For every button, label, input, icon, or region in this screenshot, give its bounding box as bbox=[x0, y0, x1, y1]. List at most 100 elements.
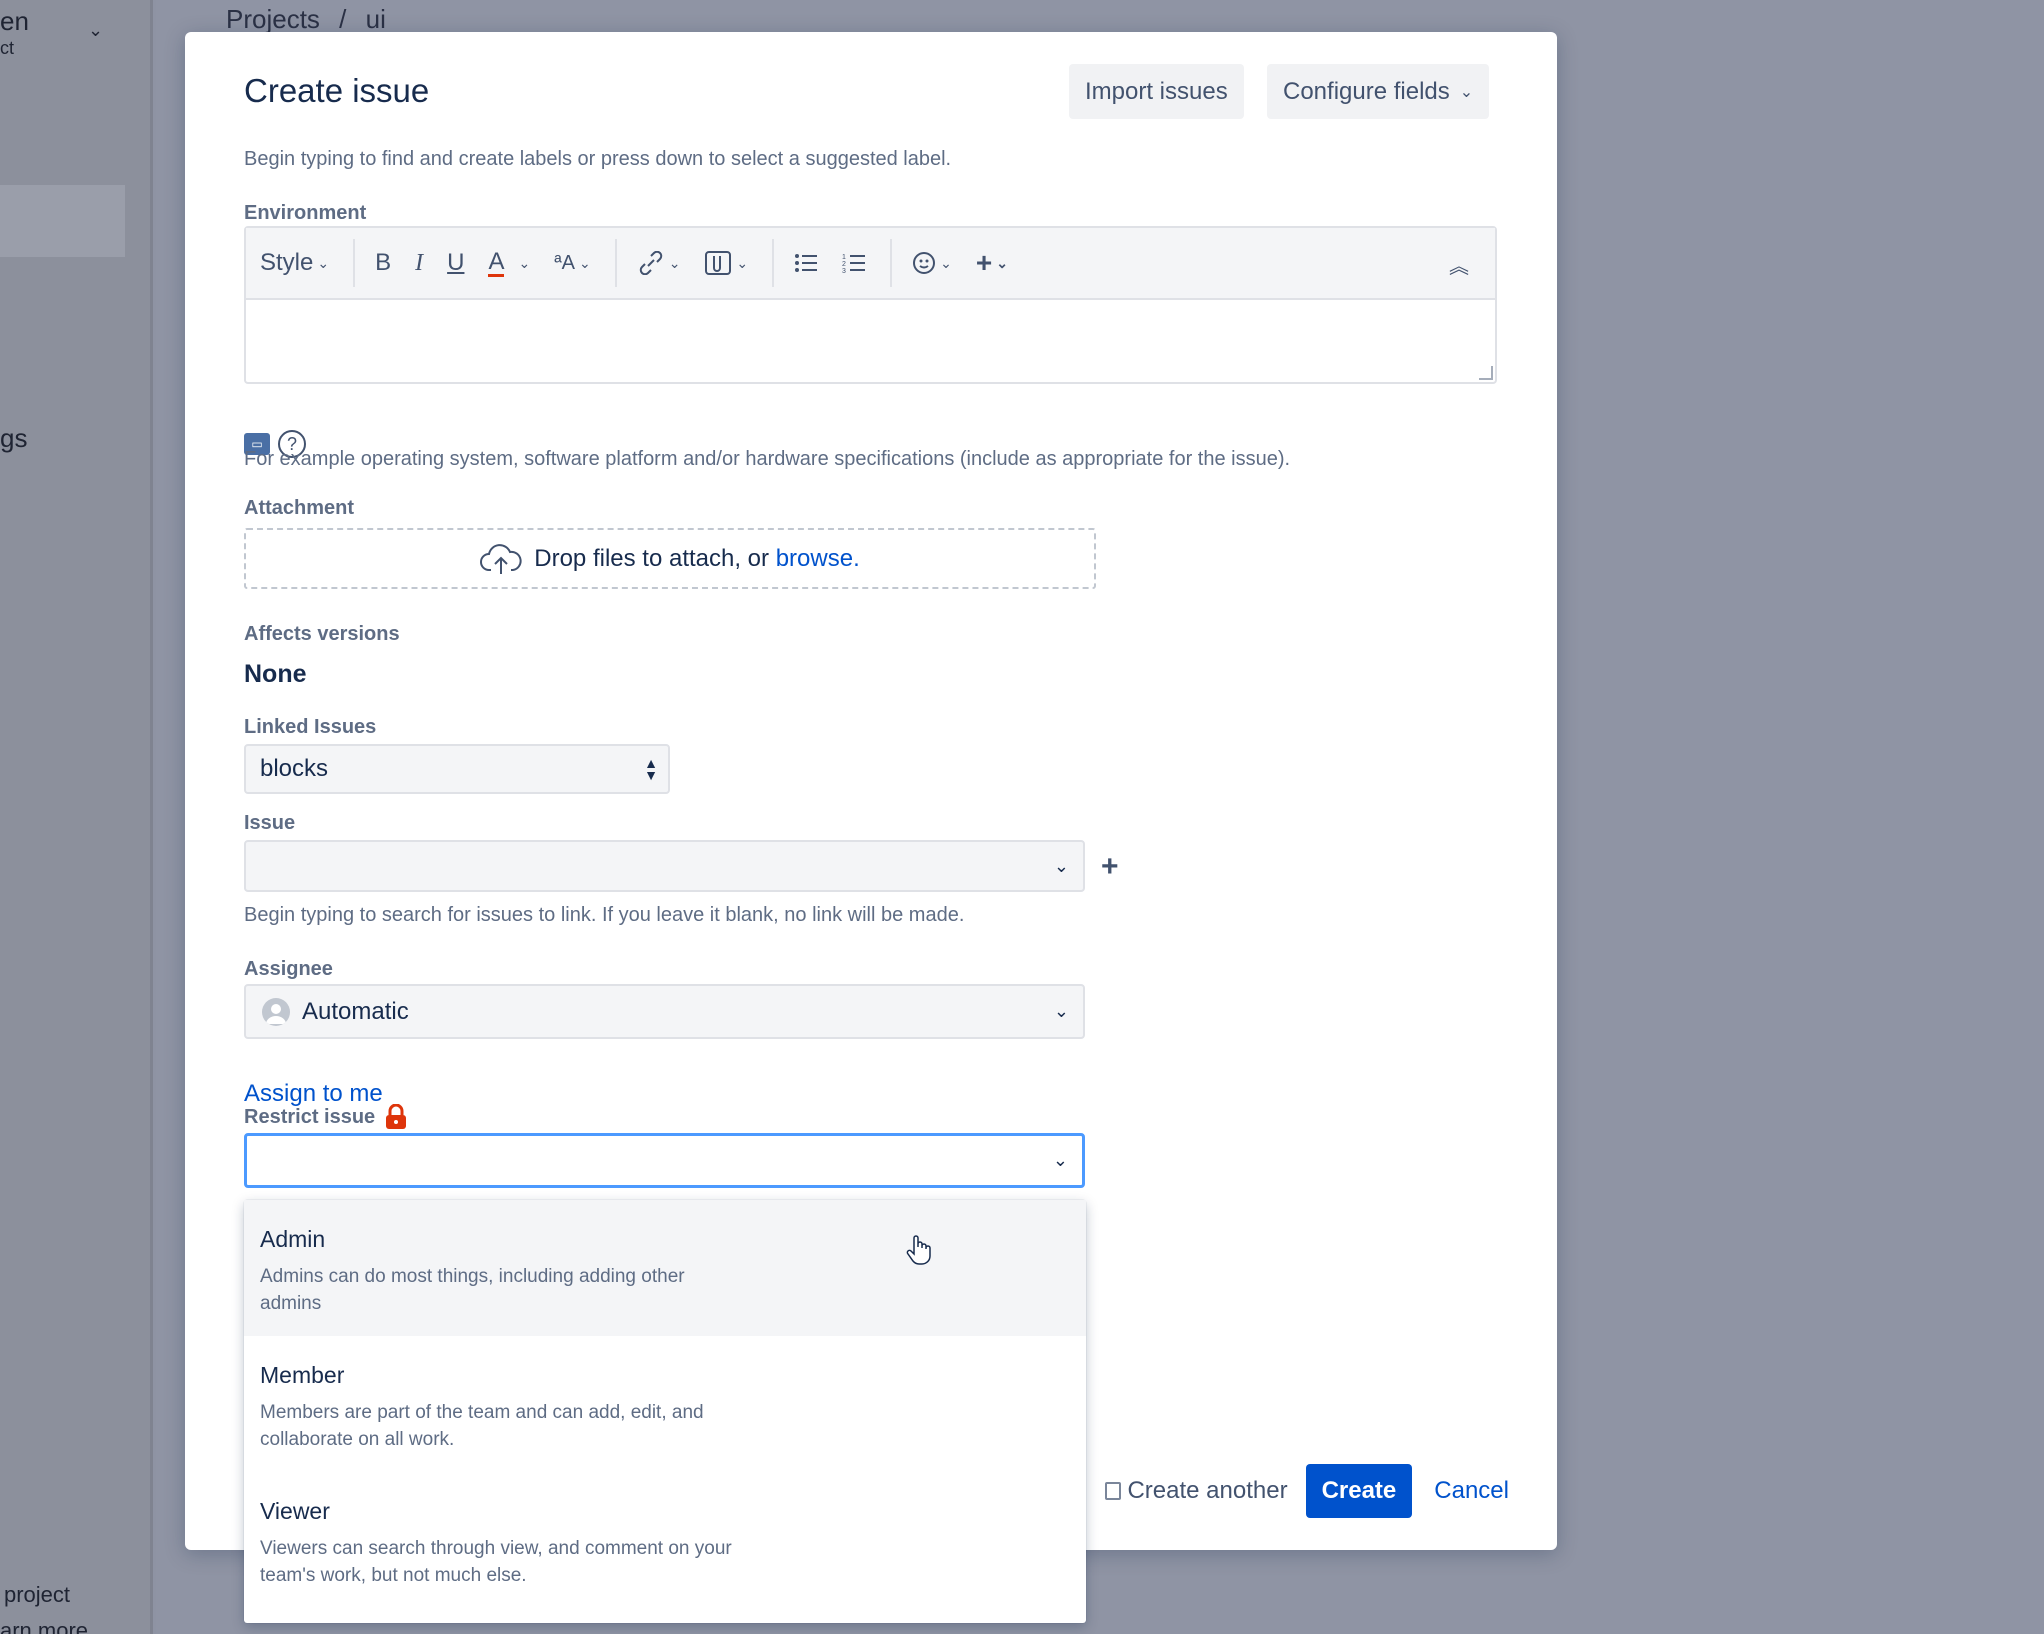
create-another-checkbox[interactable]: Create another bbox=[1105, 1477, 1288, 1505]
avatar-icon bbox=[262, 997, 290, 1026]
sidebar-project-type: ct bbox=[0, 38, 15, 58]
sidebar-footer-text: project bbox=[4, 1582, 71, 1607]
chevron-down-icon: ⌄ bbox=[1052, 1150, 1068, 1170]
lock-icon bbox=[386, 1104, 407, 1129]
option-title: Admin bbox=[260, 1226, 326, 1252]
plus-icon: + bbox=[975, 247, 993, 278]
toolbar-divider bbox=[353, 239, 356, 287]
linked-issues-value: blocks bbox=[260, 755, 329, 782]
cancel-button[interactable]: Cancel bbox=[1434, 1477, 1509, 1505]
breadcrumb-projects: Projects bbox=[226, 4, 320, 34]
chevron-down-icon: ⌄ bbox=[736, 254, 749, 271]
restrict-issue-label: Restrict issue bbox=[244, 1105, 376, 1128]
plus-icon: + bbox=[1101, 850, 1119, 883]
issue-hint: Begin typing to search for issues to lin… bbox=[244, 904, 965, 926]
chevron-down-icon: ⌄ bbox=[668, 254, 681, 271]
linked-issues-select[interactable]: blocks ▲ ▼ bbox=[244, 744, 670, 794]
configure-fields-button[interactable]: Configure fields ⌄ bbox=[1267, 64, 1490, 119]
environment-editor[interactable]: Style ⌄ B I U A ⌄ ªA ⌄ ⌄ ⌄ 123 ⌄ + ⌄ ︽ bbox=[244, 226, 1497, 384]
option-description: Admins can do most things, including add… bbox=[260, 1266, 685, 1314]
chevron-down-icon: ⌄ bbox=[996, 254, 1008, 271]
bold-button[interactable]: B bbox=[375, 249, 391, 277]
numbered-list-icon: 123 bbox=[842, 254, 866, 274]
attachment-button[interactable]: ⌄ bbox=[704, 250, 748, 276]
chevron-down-icon: ⌄ bbox=[578, 254, 591, 271]
attachment-label: Attachment bbox=[244, 497, 355, 519]
toolbar-divider bbox=[890, 239, 893, 287]
svg-text:1: 1 bbox=[842, 254, 846, 261]
create-button[interactable]: Create bbox=[1305, 1464, 1413, 1518]
more-formatting-button[interactable]: ªA ⌄ bbox=[554, 252, 590, 275]
chevron-down-icon: ⌄ bbox=[1459, 83, 1474, 101]
link-icon bbox=[639, 251, 662, 275]
bullet-list-button[interactable] bbox=[794, 252, 818, 274]
sidebar-item-settings: gs bbox=[0, 423, 28, 453]
cloud-upload-icon bbox=[480, 543, 522, 574]
restrict-issue-select[interactable]: ⌄ bbox=[244, 1133, 1085, 1188]
toolbar-divider bbox=[614, 239, 617, 287]
emoji-button[interactable]: ⌄ bbox=[912, 251, 952, 275]
breadcrumb-separator: / bbox=[339, 4, 347, 34]
create-another-label: Create another bbox=[1127, 1477, 1288, 1504]
option-title: Viewer bbox=[260, 1498, 330, 1524]
linked-issues-label: Linked Issues bbox=[244, 716, 377, 738]
add-issue-link-button[interactable]: + bbox=[1101, 850, 1119, 884]
underline-icon: U bbox=[447, 249, 465, 276]
browse-link[interactable]: browse. bbox=[776, 545, 860, 573]
dialog-title: Create issue bbox=[244, 72, 430, 109]
editor-toolbar: Style ⌄ B I U A ⌄ ªA ⌄ ⌄ ⌄ 123 ⌄ + ⌄ ︽ bbox=[246, 228, 1495, 300]
chevron-down-icon: ⌄ bbox=[317, 254, 330, 271]
import-issues-button[interactable]: Import issues bbox=[1069, 64, 1244, 119]
style-dropdown[interactable]: Style ⌄ bbox=[260, 249, 329, 277]
sidebar-learn-more: arn more bbox=[0, 1618, 89, 1634]
svg-text:3: 3 bbox=[842, 268, 846, 274]
menu-option-viewer[interactable]: Viewer Viewers can search through view, … bbox=[244, 1472, 1086, 1608]
breadcrumb: Projects / ui bbox=[226, 4, 386, 35]
menu-option-admin[interactable]: Admin Admins can do most things, includi… bbox=[244, 1200, 1086, 1336]
affects-versions-label: Affects versions bbox=[244, 623, 400, 645]
issue-label: Issue bbox=[244, 812, 296, 834]
toolbar-divider bbox=[772, 239, 775, 287]
option-description: Viewers can search through view, and com… bbox=[260, 1538, 732, 1586]
environment-hint: For example operating system, software p… bbox=[244, 448, 1291, 470]
option-title: Member bbox=[260, 1362, 345, 1388]
numbered-list-button[interactable]: 123 bbox=[842, 252, 866, 274]
underline-button[interactable]: U bbox=[447, 249, 464, 277]
issue-select[interactable]: ⌄ bbox=[244, 840, 1085, 892]
text-color-button[interactable]: A ⌄ bbox=[488, 247, 531, 277]
environment-text-area[interactable] bbox=[246, 300, 1495, 384]
hand-cursor-icon bbox=[906, 1235, 931, 1265]
style-label: Style bbox=[260, 249, 314, 276]
checkbox-box[interactable] bbox=[1105, 1482, 1122, 1500]
attachment-icon bbox=[705, 251, 732, 275]
affects-versions-value: None bbox=[244, 660, 307, 688]
emoji-icon bbox=[913, 252, 936, 274]
attachment-dropzone[interactable]: Drop files to attach, or browse. bbox=[244, 528, 1096, 589]
italic-button[interactable]: I bbox=[415, 250, 423, 277]
restrict-issue-label-row: Restrict issue bbox=[244, 1104, 407, 1130]
assignee-value: Automatic bbox=[302, 997, 409, 1025]
chevron-down-icon: ⌄ bbox=[1053, 1001, 1069, 1021]
sidebar-project-name: en bbox=[0, 6, 29, 36]
resize-handle[interactable] bbox=[1479, 366, 1493, 380]
assignee-select[interactable]: Automatic ⌄ bbox=[244, 984, 1085, 1039]
drop-text: Drop files to attach, or bbox=[534, 544, 770, 572]
import-issues-label: Import issues bbox=[1085, 77, 1228, 105]
collapse-toolbar-icon[interactable]: ︽ bbox=[1449, 250, 1469, 279]
breadcrumb-project: ui bbox=[365, 4, 386, 34]
sidebar-selected-item bbox=[0, 185, 125, 257]
labels-hint: Begin typing to find and create labels o… bbox=[244, 148, 952, 170]
chevron-down-icon[interactable]: ⌄ bbox=[88, 20, 103, 41]
text-color-icon: A bbox=[488, 247, 505, 277]
bold-icon: B bbox=[375, 249, 392, 276]
chevron-down-icon: ⌄ bbox=[518, 254, 531, 271]
more-formatting-icon: ªA bbox=[554, 251, 575, 274]
link-button[interactable]: ⌄ bbox=[637, 251, 681, 275]
dialog-footer: Create another Create Cancel bbox=[1105, 1464, 1509, 1518]
configure-fields-label: Configure fields bbox=[1283, 77, 1450, 105]
chevron-down-icon: ⌄ bbox=[940, 254, 952, 271]
restrict-issue-menu: Admin Admins can do most things, includi… bbox=[244, 1200, 1086, 1623]
insert-more-button[interactable]: + ⌄ bbox=[976, 247, 1008, 279]
menu-option-member[interactable]: Member Members are part of the team and … bbox=[244, 1336, 1086, 1472]
select-updown-icon: ▲ ▼ bbox=[644, 755, 658, 783]
